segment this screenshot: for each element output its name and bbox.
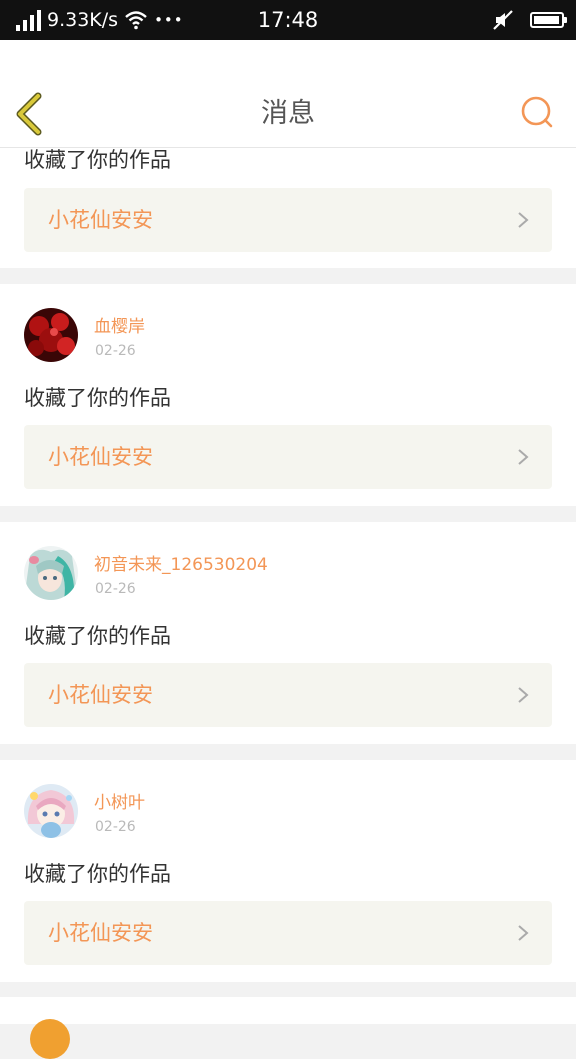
red-flowers-avatar <box>24 308 78 362</box>
miku-avatar <box>24 546 78 600</box>
action-text: 收藏了你的作品 <box>24 148 171 172</box>
status-bar-right <box>492 0 567 40</box>
action-text: 收藏了你的作品 <box>24 624 171 648</box>
timestamp: 02-26 <box>95 819 136 835</box>
avatar[interactable] <box>24 784 78 838</box>
work-title: 小花仙安安 <box>48 683 153 707</box>
username[interactable]: 血樱岸 <box>94 312 145 337</box>
timestamp: 02-26 <box>95 343 136 359</box>
work-link[interactable]: 小花仙安安 <box>24 425 552 489</box>
chevron-right-icon <box>518 449 529 465</box>
work-link[interactable]: 小花仙安安 <box>24 663 552 727</box>
avatar[interactable] <box>24 308 78 362</box>
list-item: 初音未来_126530204 02-26 收藏了你的作品 小花仙安安 <box>0 522 576 744</box>
avatar[interactable] <box>30 1019 70 1059</box>
list-item: 收藏了你的作品 小花仙安安 <box>0 148 576 268</box>
battery-icon <box>530 12 567 28</box>
search-icon <box>521 96 553 128</box>
username[interactable]: 小树叶 <box>94 788 145 813</box>
page-title: 消息 <box>261 98 315 129</box>
work-link[interactable]: 小花仙安安 <box>24 901 552 965</box>
nav-bar: 消息 <box>0 40 576 148</box>
action-text: 收藏了你的作品 <box>24 862 171 886</box>
avatar[interactable] <box>24 546 78 600</box>
chevron-right-icon <box>518 925 529 941</box>
chevron-right-icon <box>518 687 529 703</box>
clock: 17:48 <box>257 8 319 32</box>
mute-icon <box>493 10 513 30</box>
list-item <box>0 997 576 1059</box>
list-item: 小树叶 02-26 收藏了你的作品 小花仙安安 <box>0 760 576 982</box>
work-title: 小花仙安安 <box>48 208 153 232</box>
chevron-right-icon <box>518 212 529 228</box>
work-title: 小花仙安安 <box>48 921 153 945</box>
timestamp: 02-26 <box>95 581 136 597</box>
action-text: 收藏了你的作品 <box>24 386 171 410</box>
anime-girl-avatar <box>24 784 78 838</box>
work-title: 小花仙安安 <box>48 445 153 469</box>
work-link[interactable]: 小花仙安安 <box>24 188 552 252</box>
status-bar: 9.33K/s ••• 17:48 <box>0 0 576 40</box>
list-item: 血樱岸 02-26 收藏了你的作品 小花仙安安 <box>0 284 576 506</box>
search-button[interactable] <box>520 95 554 129</box>
username[interactable]: 初音未来_126530204 <box>94 550 268 575</box>
